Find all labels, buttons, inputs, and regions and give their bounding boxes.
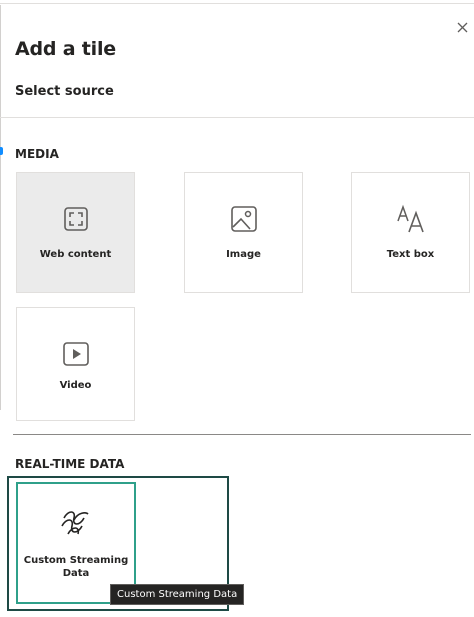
tile-text-box[interactable]: Text box <box>351 172 470 293</box>
web-content-icon <box>63 207 88 231</box>
dialog-title: Add a tile <box>15 38 116 60</box>
close-button[interactable] <box>453 18 471 36</box>
header-divider <box>0 117 474 118</box>
add-tile-dialog: Add a tile Select source MEDIA Web conte… <box>0 0 474 617</box>
tile-label: Custom Streaming Data <box>23 555 129 579</box>
tile-web-content[interactable]: Web content <box>16 172 135 293</box>
tile-label: Web content <box>39 249 112 260</box>
text-box-icon <box>396 204 424 233</box>
section-divider <box>13 434 471 435</box>
tile-label: Image <box>226 249 261 260</box>
tile-label: Text box <box>386 249 435 260</box>
streaming-icon <box>61 511 89 535</box>
dialog-subtitle: Select source <box>15 84 114 99</box>
video-icon <box>62 342 89 366</box>
tile-video[interactable]: Video <box>16 307 135 421</box>
close-icon <box>457 22 467 32</box>
edge-indicator <box>0 147 3 155</box>
top-border <box>0 3 474 4</box>
tooltip: Custom Streaming Data <box>110 584 245 605</box>
image-icon <box>230 206 257 232</box>
tile-label: Video <box>59 380 92 391</box>
tile-image[interactable]: Image <box>184 172 303 293</box>
section-label-realtime: REAL-TIME DATA <box>15 457 125 471</box>
section-label-media: MEDIA <box>15 147 59 161</box>
left-border <box>0 5 1 410</box>
